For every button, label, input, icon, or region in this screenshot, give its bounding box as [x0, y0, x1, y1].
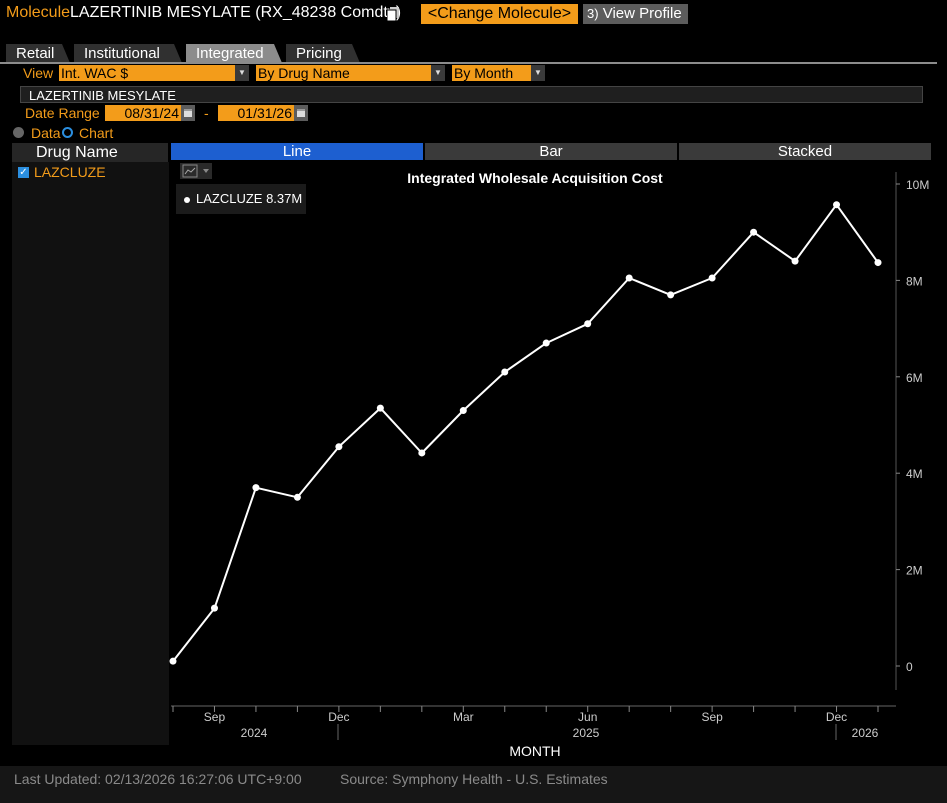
line-chart-icon — [182, 164, 209, 178]
series-tooltip: LAZCLUZE 8.37M — [176, 184, 306, 214]
data-point — [252, 484, 260, 492]
data-point — [210, 604, 218, 612]
y-tick-label: 6M — [906, 371, 923, 385]
data-point — [584, 320, 592, 328]
data-point — [625, 274, 633, 282]
data-point — [459, 407, 467, 415]
data-point — [542, 339, 550, 347]
data-point — [833, 201, 841, 209]
data-point — [667, 291, 675, 299]
data-point — [293, 493, 301, 501]
x-tick-label: Sep — [204, 710, 226, 724]
last-updated-text: Last Updated: 02/13/2026 16:27:06 UTC+9:… — [14, 771, 302, 787]
x-tick-label: Mar — [453, 710, 474, 724]
data-point — [335, 443, 343, 451]
data-point — [169, 657, 177, 665]
y-tick-label: 8M — [906, 274, 923, 288]
chart-type-button[interactable] — [180, 163, 212, 179]
line-chart: Integrated Wholesale Acquisition Cost 0 2… — [169, 170, 929, 759]
source-text: Source: Symphony Health - U.S. Estimates — [340, 771, 608, 787]
data-point — [501, 368, 509, 376]
y-tick-label: 2M — [906, 564, 923, 578]
x-tick-label: Dec — [826, 710, 847, 724]
chart-title: Integrated Wholesale Acquisition Cost — [407, 170, 663, 186]
x-axis-title: MONTH — [509, 743, 560, 759]
x-tick-label: Jun — [578, 710, 597, 724]
year-label: 2025 — [573, 726, 600, 740]
series-line — [172, 203, 879, 662]
data-point — [791, 257, 799, 265]
y-tick-label: 4M — [906, 467, 923, 481]
y-tick-label: 10M — [906, 178, 929, 192]
tooltip-text: LAZCLUZE 8.37M — [196, 191, 303, 206]
year-label: 2024 — [241, 726, 268, 740]
year-label: 2026 — [852, 726, 879, 740]
data-point — [874, 259, 882, 267]
data-point — [376, 404, 384, 412]
data-point — [708, 274, 716, 282]
tooltip-dot-icon — [184, 196, 190, 203]
x-tick-label: Sep — [701, 710, 723, 724]
x-tick-label: Dec — [328, 710, 349, 724]
data-point — [418, 449, 426, 457]
data-point — [750, 228, 758, 236]
y-tick-label: 0 — [906, 660, 913, 674]
